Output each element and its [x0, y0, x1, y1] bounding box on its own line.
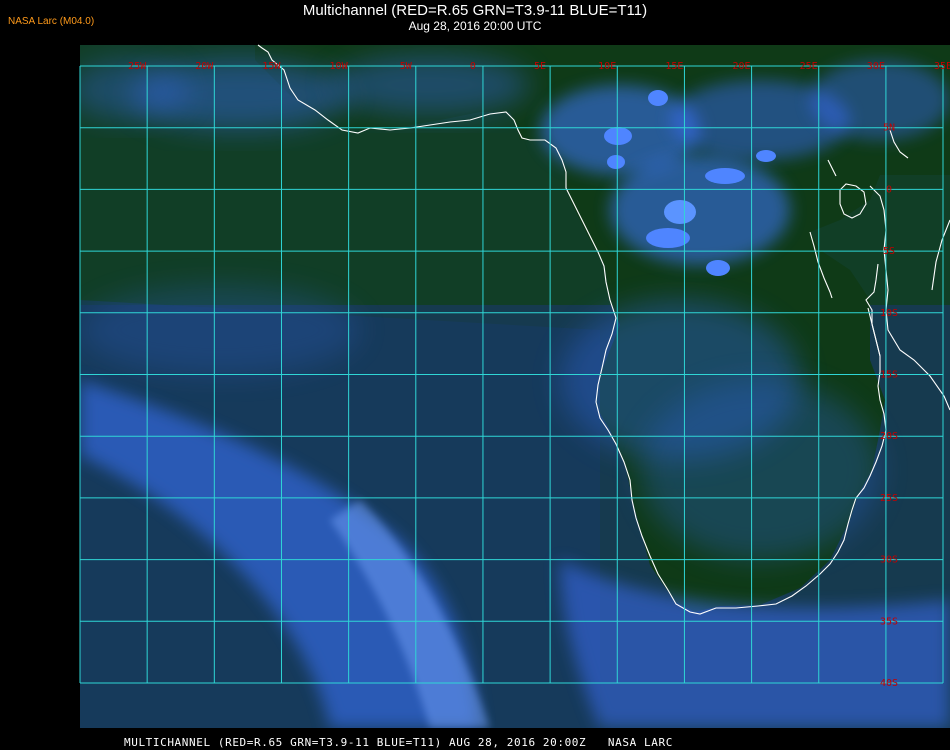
satellite-imagery	[80, 45, 950, 728]
satellite-map: 25W 20W 15W 10W 5W 0 5E 10E 15E 20E 25E 30E 35E 5N 0 5…	[79, 44, 950, 728]
latitude-label: 10S	[880, 308, 898, 319]
longitude-label: 20E	[732, 61, 750, 72]
longitude-label: 15E	[665, 61, 683, 72]
longitude-label: 0	[470, 61, 476, 72]
latitude-label: 0	[886, 184, 892, 195]
longitude-label: 5E	[534, 61, 546, 72]
latitude-label: 25S	[880, 493, 898, 504]
longitude-label: 20W	[195, 61, 214, 72]
longitude-label: 10W	[330, 61, 349, 72]
longitude-label: 5W	[400, 61, 413, 72]
longitude-label: 30E	[867, 61, 885, 72]
longitude-label: 25E	[800, 61, 818, 72]
longitude-label: 15W	[262, 61, 281, 72]
longitude-label: 10E	[598, 61, 616, 72]
latitude-label: 30S	[880, 555, 898, 566]
footer-caption: MULTICHANNEL (RED=R.65 GRN=T3.9-11 BLUE=…	[124, 736, 673, 749]
latitude-label: 20S	[880, 431, 898, 442]
latitude-label: 5N	[883, 123, 895, 134]
latitude-label: 5S	[883, 246, 895, 257]
latitude-label: 35S	[880, 616, 898, 627]
longitude-label: 25W	[128, 61, 147, 72]
latitude-label: 15S	[880, 370, 898, 381]
longitude-label: 35E	[934, 61, 950, 72]
latitude-label: 40S	[880, 678, 898, 689]
